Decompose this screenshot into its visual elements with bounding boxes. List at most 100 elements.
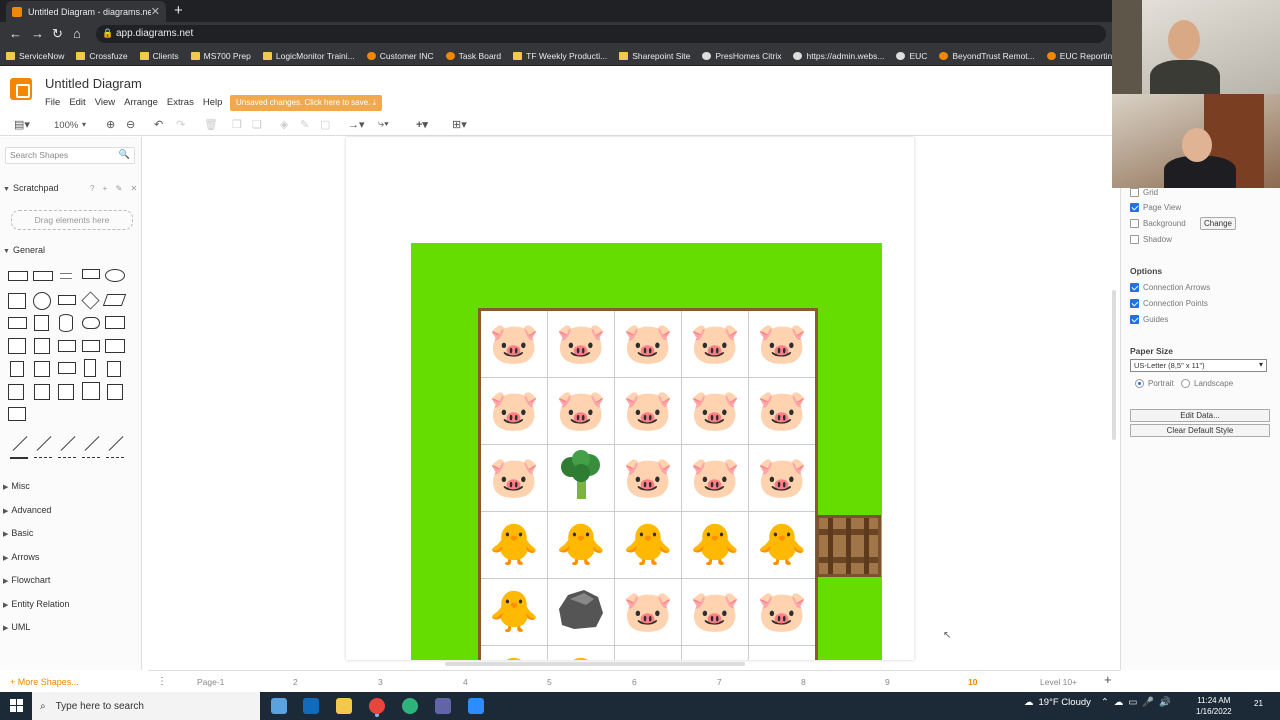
grid-cell[interactable]: 🐥 [749, 512, 815, 579]
grid-cell[interactable] [548, 445, 615, 512]
grid-cell[interactable]: 🐥 [615, 512, 682, 579]
rect-shape-icon[interactable] [107, 361, 121, 377]
search-icon[interactable]: 🔍 [119, 149, 130, 160]
clock[interactable]: 11:24 AM 1/16/2022 [1196, 695, 1232, 717]
grid-cell[interactable]: 🐷 [749, 378, 815, 445]
delete-icon[interactable]: 🗑 [204, 118, 218, 131]
rect-shape-icon[interactable] [33, 271, 53, 281]
grid-cell[interactable]: 🐥 [548, 646, 615, 660]
menu-extras[interactable]: Extras [167, 97, 194, 108]
hex-shape-icon[interactable] [8, 317, 27, 329]
grid-cell[interactable]: 🐥 [481, 646, 548, 660]
taskbar-search-box[interactable]: ⌕ Type here to search [32, 692, 260, 720]
horizontal-scrollbar[interactable] [445, 662, 745, 666]
grid-cell[interactable]: 🐷 [682, 311, 749, 378]
home-icon[interactable]: ⌂ [73, 26, 81, 41]
bookmark-item[interactable]: PresHomes Citrix [702, 51, 781, 61]
line-shape-icon[interactable] [108, 436, 124, 451]
line-shape-icon[interactable] [36, 436, 52, 451]
rect-shape-icon[interactable] [58, 340, 76, 352]
vertical-scrollbar[interactable] [1112, 290, 1116, 440]
grid-cell[interactable]: 🐷 [481, 311, 548, 378]
more-shapes-button[interactable]: + More Shapes... [10, 677, 79, 687]
unsaved-changes-button[interactable]: Unsaved changes. Click here to save. ⤓ [230, 95, 383, 111]
redo-icon[interactable]: ↷ [176, 118, 185, 131]
edit-data-button[interactable]: Edit Data... [1130, 409, 1270, 422]
format-panel-icon[interactable]: ▤▾ [14, 118, 30, 131]
actor-shape-icon[interactable] [84, 359, 96, 377]
menu-help[interactable]: Help [203, 97, 223, 108]
grid-cell[interactable]: 🐷 [481, 378, 548, 445]
rect-shape-icon[interactable] [34, 384, 50, 400]
line-color-icon[interactable]: ✎ [300, 118, 309, 131]
waypoints-icon[interactable]: ⤷▾ [378, 118, 389, 131]
grid-cell[interactable]: 🐷 [615, 579, 682, 646]
page-tab-level-10-[interactable]: Level 10+ [1040, 677, 1077, 687]
circle-shape-icon[interactable] [33, 292, 51, 310]
grid-cell[interactable]: 🐷 [682, 646, 749, 660]
para-shape-icon[interactable] [102, 294, 127, 306]
new-tab-icon[interactable]: + [174, 2, 183, 19]
page-tab-3[interactable]: 3 [378, 677, 383, 687]
connector-shape-icon[interactable] [106, 457, 124, 458]
line-shape-icon[interactable] [84, 436, 100, 451]
forward-icon[interactable]: → [31, 26, 44, 41]
rect-shape-icon[interactable] [82, 340, 100, 352]
bookmark-item[interactable]: MS700 Prep [190, 51, 251, 61]
close-tab-icon[interactable]: ✕ [151, 5, 160, 18]
windows-start-icon[interactable] [10, 699, 23, 712]
guides-checkbox[interactable]: Guides [1130, 315, 1168, 324]
page-tab-8[interactable]: 8 [801, 677, 806, 687]
shadow-checkbox[interactable]: Shadow [1130, 235, 1172, 244]
rect-shape-icon[interactable] [8, 293, 26, 309]
paper-size-select[interactable]: US-Letter (8,5" x 11") ▾ [1130, 359, 1267, 372]
rect-shape-icon[interactable] [58, 384, 74, 400]
ellipse-shape-icon[interactable] [105, 269, 125, 282]
notification-count[interactable]: 21 [1254, 699, 1263, 708]
bookmark-item[interactable]: Sharepoint Site [619, 51, 690, 61]
tri-shape-icon[interactable] [34, 315, 49, 331]
grid-cell[interactable]: 🐷 [749, 445, 815, 512]
diagram-canvas[interactable]: 🐷 🐷 🐷 🐷 🐷 🐷 🐷 🐷 🐷 🐷 🐷 🐷 🐷 🐷 🐥 🐥 🐥 🐥 🐥 🐥 🐷 🐷 🐷 🐥 🐥 🐷 🐷 🐷 ↖ [148, 137, 1112, 660]
bookmark-item[interactable]: EUC [896, 51, 927, 61]
scratchpad-drop-zone[interactable]: Drag elements here [11, 210, 133, 230]
grid-cell[interactable]: 🐥 [481, 579, 548, 646]
animal-grid[interactable]: 🐷 🐷 🐷 🐷 🐷 🐷 🐷 🐷 🐷 🐷 🐷 🐷 🐷 🐷 🐥 🐥 🐥 🐥 🐥 🐥 🐷 🐷 🐷 🐥 🐥 🐷 🐷 🐷 [481, 311, 815, 660]
general-header[interactable]: ▼ General [3, 245, 45, 255]
wooden-gate-icon[interactable] [816, 515, 881, 577]
bookmark-item[interactable]: Task Board [445, 51, 501, 61]
pages-menu-icon[interactable]: ⋮ [157, 676, 167, 687]
diamond-shape-icon[interactable] [81, 291, 100, 310]
connector-shape-icon[interactable] [10, 457, 28, 459]
landscape-radio[interactable]: Landscape [1181, 379, 1233, 388]
grid-cell[interactable]: 🐷 [682, 445, 749, 512]
page-tab-page-1[interactable]: Page-1 [197, 677, 224, 687]
to-front-icon[interactable]: ❐ [232, 118, 242, 131]
grid-cell[interactable]: 🐷 [615, 311, 682, 378]
section-misc[interactable]: ▶ Misc [3, 481, 30, 491]
section-flowchart[interactable]: ▶ Flowchart [3, 575, 50, 585]
shadow-icon[interactable]: ▢ [320, 118, 330, 131]
bookmark-item[interactable]: TF Weekly Producti... [513, 51, 607, 61]
bookmark-item[interactable]: Crossfuze [76, 51, 128, 61]
connection-arrows-checkbox[interactable]: Connection Arrows [1130, 283, 1210, 292]
table-icon[interactable]: ⊞▾ [452, 118, 467, 131]
bookmark-item[interactable]: LogicMonitor Traini... [262, 51, 355, 61]
back-icon[interactable]: ← [9, 26, 22, 41]
connection-style-icon[interactable]: →▾ [348, 118, 365, 131]
zoom-app-icon[interactable] [468, 698, 484, 714]
menu-arrange[interactable]: Arrange [124, 97, 158, 108]
teams-icon[interactable] [435, 698, 451, 714]
grid-cell[interactable]: 🐷 [682, 378, 749, 445]
to-back-icon[interactable]: ❏ [252, 118, 262, 131]
menu-view[interactable]: View [95, 97, 115, 108]
rect-shape-icon[interactable] [8, 338, 26, 354]
rect-shape-icon[interactable] [8, 271, 28, 281]
tray-icons[interactable]: ⌃☁▭🎤🔊 [1101, 697, 1176, 708]
section-advanced[interactable]: ▶ Advanced [3, 505, 51, 515]
grid-cell[interactable]: 🐥 [548, 512, 615, 579]
grid-cell[interactable]: 🐷 [615, 646, 682, 660]
page-tab-7[interactable]: 7 [717, 677, 722, 687]
bookmark-item[interactable]: BeyondTrust Remot... [939, 51, 1035, 61]
line-shape-icon[interactable] [60, 436, 76, 451]
